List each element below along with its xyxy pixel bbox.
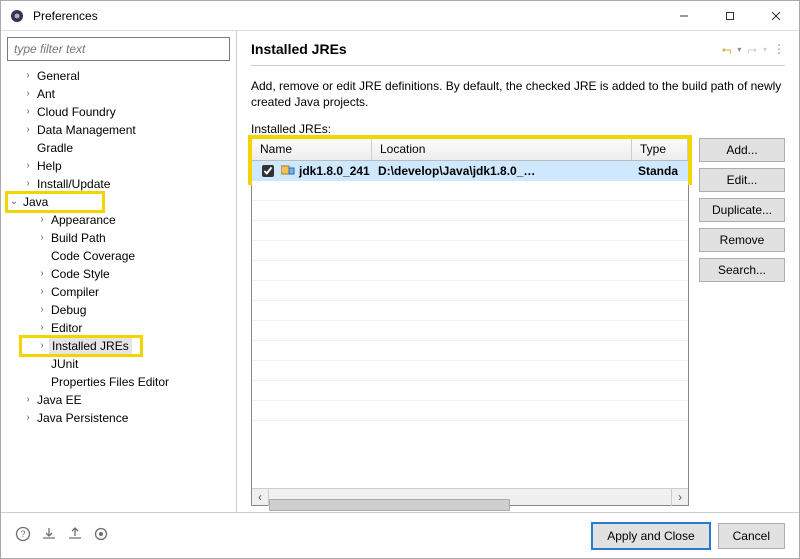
menu-icon[interactable]: ⋮ xyxy=(773,42,785,56)
maximize-button[interactable] xyxy=(707,1,753,31)
chevron-right-icon: › xyxy=(35,303,49,317)
remove-button[interactable]: Remove xyxy=(699,228,785,252)
tree-item-java-ee[interactable]: ›Java EE xyxy=(7,391,236,409)
chevron-down-icon: ⌄ xyxy=(7,195,21,209)
tree-item-installed-jres[interactable]: ›Installed JREs xyxy=(21,337,141,355)
chevron-right-icon: › xyxy=(21,123,35,137)
cancel-button[interactable]: Cancel xyxy=(718,523,785,549)
jre-default-checkbox[interactable] xyxy=(262,165,274,177)
blank-icon xyxy=(35,357,49,371)
table-header: Name Location Type xyxy=(252,139,688,161)
app-icon xyxy=(9,8,25,24)
horizontal-scrollbar[interactable]: ‹ › xyxy=(252,488,688,505)
jre-row-icon xyxy=(281,164,295,179)
jre-type: Standa xyxy=(632,162,688,180)
chevron-right-icon: › xyxy=(35,267,49,281)
svg-text:?: ? xyxy=(20,529,25,539)
chevron-right-icon: › xyxy=(21,177,35,191)
page-description: Add, remove or edit JRE definitions. By … xyxy=(251,78,785,110)
tree-item-appearance[interactable]: ›Appearance xyxy=(7,211,236,229)
table-body xyxy=(252,181,688,488)
forward-icon[interactable]: ⮣ xyxy=(747,42,757,57)
tree-item-ant[interactable]: ›Ant xyxy=(7,85,236,103)
chevron-right-icon: › xyxy=(35,321,49,335)
jre-location: D:\develop\Java\jdk1.8.0_… xyxy=(372,162,632,180)
jre-name: jdk1.8.0_241… xyxy=(299,164,372,178)
side-buttons: Add... Edit... Duplicate... Remove Searc… xyxy=(699,138,785,506)
minimize-button[interactable] xyxy=(661,1,707,31)
tree-item-compiler[interactable]: ›Compiler xyxy=(7,283,236,301)
tree-item-properties-files-editor[interactable]: Properties Files Editor xyxy=(7,373,236,391)
table-row[interactable]: jdk1.8.0_241… D:\develop\Java\jdk1.8.0_…… xyxy=(252,161,688,181)
column-location[interactable]: Location xyxy=(372,139,632,160)
chevron-right-icon: › xyxy=(35,285,49,299)
table-label: Installed JREs: xyxy=(251,122,785,136)
chevron-right-icon: › xyxy=(21,159,35,173)
oomph-icon[interactable] xyxy=(93,526,109,545)
tree-item-java-persistence[interactable]: ›Java Persistence xyxy=(7,409,236,427)
tree-item-general[interactable]: ›General xyxy=(7,67,236,85)
tree-item-code-style[interactable]: ›Code Style xyxy=(7,265,236,283)
tree-item-help[interactable]: ›Help xyxy=(7,157,236,175)
blank-icon xyxy=(21,141,35,155)
import-icon[interactable] xyxy=(41,526,57,545)
export-icon[interactable] xyxy=(67,526,83,545)
history-dropdown-icon[interactable]: ▾ xyxy=(737,45,741,54)
window-title: Preferences xyxy=(33,9,98,23)
preferences-window: Preferences ›General ›Ant ›Cloud Foundry… xyxy=(0,0,800,559)
main-panel: Installed JREs ⮢ ▾ ⮣ ▾ ⋮ Add, remove or … xyxy=(237,31,799,512)
scroll-right-icon[interactable]: › xyxy=(671,489,688,506)
tree-item-build-path[interactable]: ›Build Path xyxy=(7,229,236,247)
blank-icon xyxy=(35,375,49,389)
chevron-right-icon: › xyxy=(21,105,35,119)
tree-item-install-update[interactable]: ›Install/Update xyxy=(7,175,236,193)
back-icon[interactable]: ⮢ xyxy=(722,42,732,57)
close-button[interactable] xyxy=(753,1,799,31)
column-type[interactable]: Type xyxy=(632,139,688,160)
duplicate-button[interactable]: Duplicate... xyxy=(699,198,785,222)
chevron-right-icon: › xyxy=(35,339,49,353)
column-name[interactable]: Name xyxy=(252,139,372,160)
tree-item-code-coverage[interactable]: Code Coverage xyxy=(7,247,236,265)
scroll-left-icon[interactable]: ‹ xyxy=(252,489,269,506)
tree-item-editor[interactable]: ›Editor xyxy=(7,319,236,337)
add-button[interactable]: Add... xyxy=(699,138,785,162)
help-icon[interactable]: ? xyxy=(15,526,31,545)
footer: ? Apply and Close Cancel xyxy=(1,512,799,558)
tree-item-data-management[interactable]: ›Data Management xyxy=(7,121,236,139)
chevron-right-icon: › xyxy=(21,393,35,407)
search-button[interactable]: Search... xyxy=(699,258,785,282)
tree-item-junit[interactable]: JUnit xyxy=(7,355,236,373)
chevron-right-icon: › xyxy=(21,69,35,83)
apply-close-button[interactable]: Apply and Close xyxy=(592,523,709,549)
chevron-right-icon: › xyxy=(21,87,35,101)
chevron-right-icon: › xyxy=(35,213,49,227)
sidebar: ›General ›Ant ›Cloud Foundry ›Data Manag… xyxy=(1,31,237,512)
edit-button[interactable]: Edit... xyxy=(699,168,785,192)
chevron-right-icon: › xyxy=(21,411,35,425)
tree-item-java[interactable]: ⌄Java xyxy=(7,193,103,211)
tree-item-debug[interactable]: ›Debug xyxy=(7,301,236,319)
titlebar: Preferences xyxy=(1,1,799,31)
preferences-tree[interactable]: ›General ›Ant ›Cloud Foundry ›Data Manag… xyxy=(1,65,236,512)
forward-dropdown-icon[interactable]: ▾ xyxy=(763,45,767,54)
blank-icon xyxy=(35,249,49,263)
tree-item-cloud-foundry[interactable]: ›Cloud Foundry xyxy=(7,103,236,121)
jre-table[interactable]: Name Location Type jdk1.8.0_241… xyxy=(251,138,689,506)
filter-input[interactable] xyxy=(7,37,230,61)
scroll-thumb[interactable] xyxy=(269,499,510,511)
tree-item-gradle[interactable]: Gradle xyxy=(7,139,236,157)
chevron-right-icon: › xyxy=(35,231,49,245)
page-title: Installed JREs xyxy=(251,41,722,57)
